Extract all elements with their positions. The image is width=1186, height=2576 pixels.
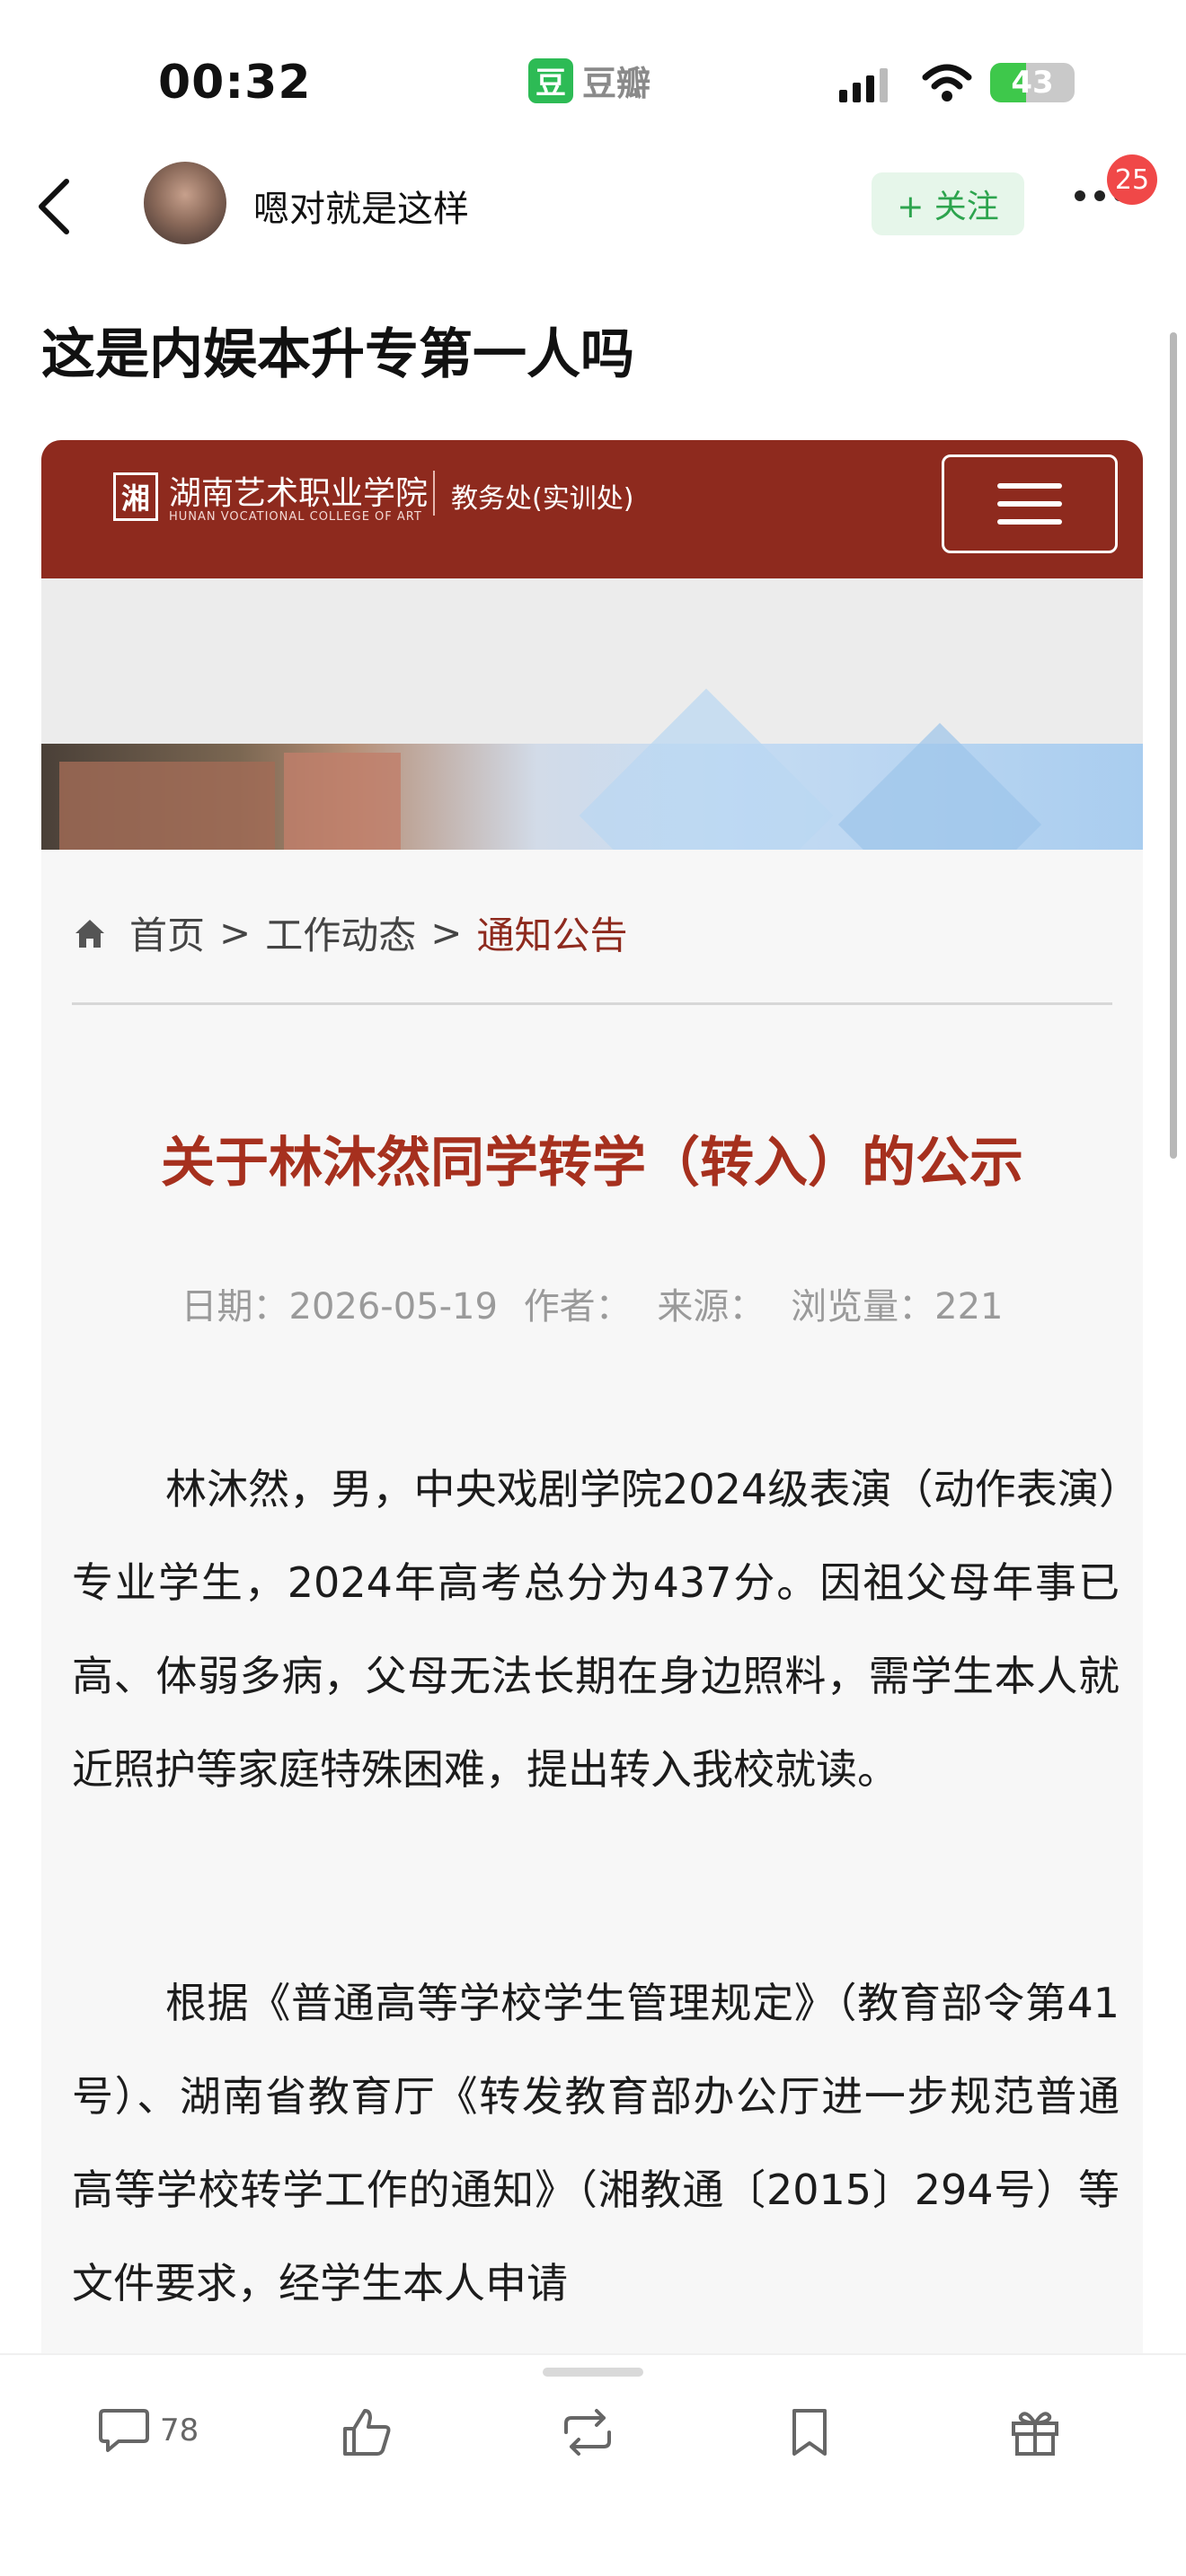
status-time: 00:32 [158,56,312,110]
article-meta: 日期：2026-05-19 作者： 来源： 浏览量：221 [41,1277,1143,1329]
divider [72,1002,1112,1005]
breadcrumb-separator: > [219,911,252,955]
douban-app-name: 豆瓣 [582,64,651,103]
breadcrumb-notices: 通知公告 [476,913,628,957]
battery-level: 43 [1011,65,1054,101]
comment-count: 78 [160,2413,199,2448]
collect-button[interactable] [787,2405,832,2459]
username[interactable]: 嗯对就是这样 [253,180,469,232]
avatar[interactable] [144,162,226,244]
article-source: 来源： [657,1286,766,1328]
gift-icon [1012,2412,1058,2456]
wifi-icon [922,63,972,106]
breadcrumb-separator: > [430,911,463,955]
breadcrumb-work-news: 工作动态 [265,913,417,957]
header-divider [433,471,435,516]
gift-button[interactable] [1008,2405,1062,2459]
article-author: 作者： [523,1286,632,1328]
like-icon [343,2409,391,2456]
comment-button[interactable]: 78 [97,2405,199,2456]
hamburger-menu-icon [942,454,1118,553]
breadcrumb: 首页 > 工作动态 > 通知公告 [72,905,627,960]
notification-badge: 25 [1107,154,1157,205]
article-date: 日期：2026-05-19 [181,1286,498,1328]
home-icon [75,919,104,948]
back-button[interactable] [36,171,86,243]
article-paragraph: 根据《普通高等学校学生管理规定》（教育部令第41号）、湖南省教育厅《转发教育部办… [72,1979,1120,2307]
post-title: 这是内娱本升专第一人吗 [41,323,634,386]
scrollbar[interactable] [1170,332,1177,1159]
site-header: 湘 湖南艺术职业学院 HUNAN VOCATIONAL COLLEGE OF A… [41,440,1143,578]
department-name: 教务处(实训处) [451,483,634,515]
article-title: 关于林沐然同学转学（转入）的公示 [161,1132,1023,1195]
bottom-toolbar: 78 [0,2353,1186,2576]
home-indicator[interactable] [543,2368,643,2377]
collect-icon [792,2409,827,2456]
signal-icon [839,68,888,102]
comment-icon [99,2409,149,2452]
article-views: 浏览量：221 [791,1286,1004,1328]
battery-icon: 43 [990,63,1075,102]
repost-button[interactable] [559,2405,616,2459]
repost-icon [564,2409,611,2456]
like-button[interactable] [340,2405,394,2459]
follow-button[interactable]: + 关注 [872,172,1024,235]
back-icon [39,179,69,234]
article-paragraph: 林沐然，男，中央戏剧学院2024级表演（动作表演）专业学生，2024年高考总分为… [72,1465,1120,1794]
douban-app-indicator[interactable]: 豆 豆瓣 [528,56,651,105]
breadcrumb-home: 首页 [129,913,206,957]
post-image[interactable]: 湘 湖南艺术职业学院 HUNAN VOCATIONAL COLLEGE OF A… [41,440,1143,2371]
article: 首页 > 工作动态 > 通知公告 关于林沐然同学转学（转入）的公示 日期：202… [41,850,1143,2371]
campus-banner [41,688,1143,943]
college-logo-icon: 湘 [113,472,158,521]
banner-placeholder [41,578,1143,744]
college-name-en: HUNAN VOCATIONAL COLLEGE OF ART [169,510,422,524]
douban-logo-icon: 豆 [528,57,573,103]
college-name: 湖南艺术职业学院 [169,475,429,512]
